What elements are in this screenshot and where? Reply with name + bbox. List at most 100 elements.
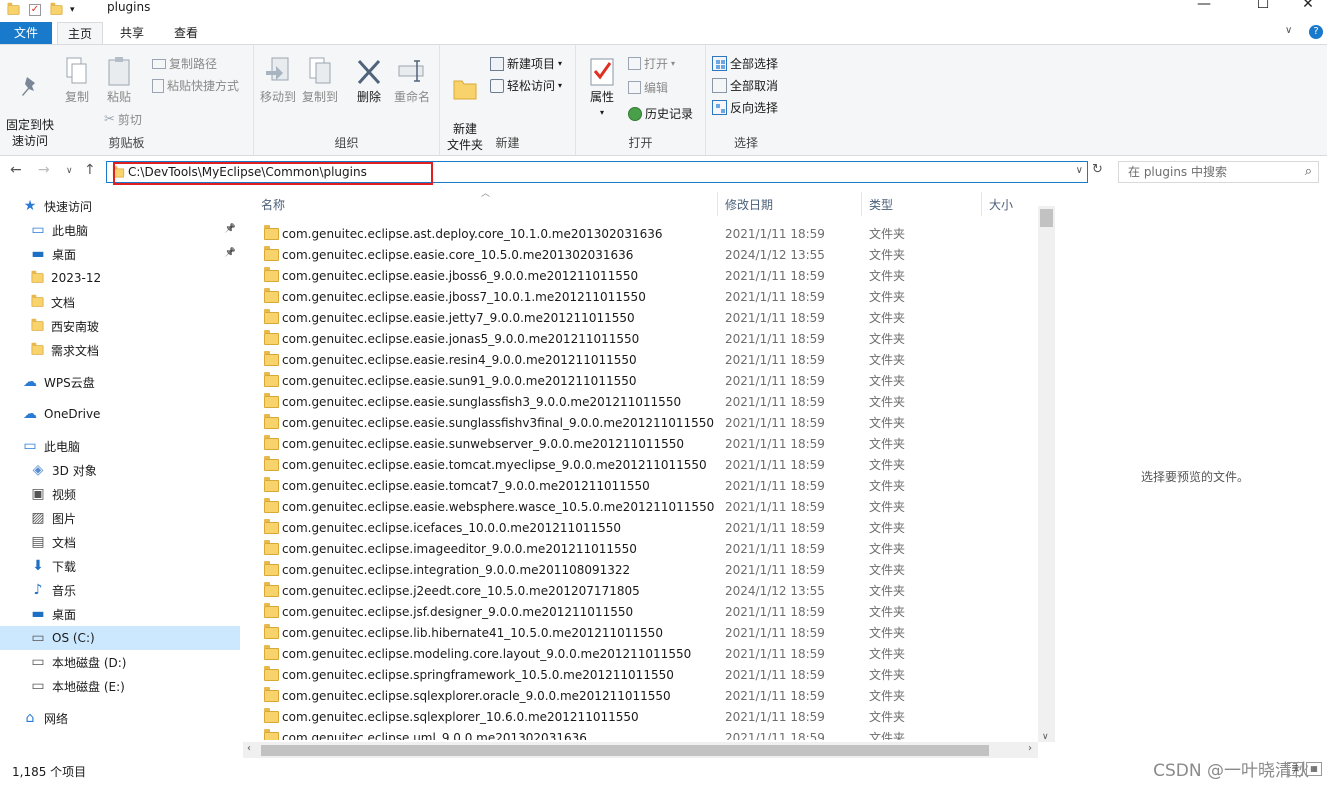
file-row[interactable]: com.genuitec.eclipse.easie.jetty7_9.0.0.… [243, 308, 1036, 329]
close-button[interactable]: ✕ [1285, 0, 1327, 16]
sidebar-item-16[interactable]: ▬ 桌面 [0, 602, 240, 626]
edit-button[interactable]: 编辑 [628, 79, 668, 96]
file-row[interactable]: com.genuitec.eclipse.easie.websphere.was… [243, 497, 1036, 518]
paste-button[interactable]: 粘贴 [103, 55, 135, 105]
back-arrow-icon[interactable]: ← [10, 162, 22, 178]
address-dropdown-icon[interactable]: ∨ [1076, 165, 1083, 176]
file-row[interactable]: com.genuitec.eclipse.j2eedt.core_10.5.0.… [243, 581, 1036, 602]
file-row[interactable]: com.genuitec.eclipse.sqlexplorer.oracle_… [243, 686, 1036, 707]
cut-button[interactable]: ✂ 剪切 [104, 111, 142, 128]
file-row[interactable]: com.genuitec.eclipse.easie.tomcat7_9.0.0… [243, 476, 1036, 497]
sidebar-item-3[interactable]: 2023-12 [0, 266, 240, 290]
select-none-icon [712, 78, 727, 93]
sidebar-item-10[interactable]: ◈ 3D 对象 [0, 458, 240, 482]
sidebar-item-19[interactable]: ▭ 本地磁盘 (E:) [0, 674, 240, 698]
open-button[interactable]: 打开 ▾ [628, 55, 675, 72]
file-row[interactable]: com.genuitec.eclipse.easie.sunwebserver_… [243, 434, 1036, 455]
sidebar-item-14[interactable]: ⬇ 下载 [0, 554, 240, 578]
file-row[interactable]: com.genuitec.eclipse.sqlexplorer_10.6.0.… [243, 707, 1036, 728]
file-row[interactable]: com.genuitec.eclipse.springframework_10.… [243, 665, 1036, 686]
sidebar-item-9[interactable]: ▭ 此电脑 [0, 434, 240, 458]
sidebar-item-12[interactable]: ▨ 图片 [0, 506, 240, 530]
tab-share[interactable]: 共享 [108, 22, 156, 44]
select-all-button[interactable]: 全部选择 [712, 55, 778, 72]
horizontal-scrollbar[interactable]: ‹ › [243, 742, 1038, 759]
file-row[interactable]: com.genuitec.eclipse.easie.jonas5_9.0.0.… [243, 329, 1036, 350]
column-name[interactable]: 名称 [261, 196, 285, 213]
file-row[interactable]: com.genuitec.eclipse.integration_9.0.0.m… [243, 560, 1036, 581]
paste-shortcut-button[interactable]: 粘贴快捷方式 [152, 77, 239, 94]
details-view-icon[interactable]: ☰ [1287, 762, 1303, 776]
file-row[interactable]: com.genuitec.eclipse.modeling.core.layou… [243, 644, 1036, 665]
maximize-button[interactable]: ☐ [1240, 0, 1286, 16]
customize-toolbar-icon[interactable]: ▾ [70, 5, 75, 15]
up-arrow-icon[interactable]: ↑ [84, 162, 96, 178]
sidebar-item-8[interactable]: ☁ OneDrive [0, 402, 240, 426]
folder-icon [264, 435, 279, 450]
column-type[interactable]: 类型 [869, 196, 893, 213]
invert-selection-button[interactable]: 反向选择 [712, 99, 778, 116]
new-folder-icon[interactable] [50, 2, 63, 15]
tab-home[interactable]: 主页 [57, 22, 103, 44]
new-item-button[interactable]: 新建项目 ▾ [490, 55, 562, 72]
file-row[interactable]: com.genuitec.eclipse.icefaces_10.0.0.me2… [243, 518, 1036, 539]
file-row[interactable]: com.genuitec.eclipse.imageeditor_9.0.0.m… [243, 539, 1036, 560]
file-row[interactable]: com.genuitec.eclipse.easie.resin4_9.0.0.… [243, 350, 1036, 371]
file-type: 文件夹 [869, 500, 906, 514]
sidebar-item-6[interactable]: 需求文档 [0, 338, 240, 362]
copy-button[interactable]: 复制 [61, 55, 93, 105]
file-row[interactable]: com.genuitec.eclipse.ast.deploy.core_10.… [243, 224, 1036, 245]
sidebar-item-0[interactable]: ★ 快速访问 [0, 194, 240, 218]
scroll-down-icon[interactable]: ∨ [1042, 732, 1049, 742]
sidebar-item-13[interactable]: ▤ 文档 [0, 530, 240, 554]
file-row[interactable]: com.genuitec.eclipse.easie.sunglassfishv… [243, 413, 1036, 434]
sidebar-item-4[interactable]: 文档 [0, 290, 240, 314]
help-icon[interactable]: ? [1309, 25, 1323, 39]
column-date[interactable]: 修改日期 [725, 196, 773, 213]
sidebar-item-label: 此电脑 [44, 439, 81, 454]
large-icons-view-icon[interactable]: ▦ [1306, 762, 1322, 776]
minimize-button[interactable]: — [1181, 0, 1227, 16]
copy-path-button[interactable]: 复制路径 [152, 55, 217, 72]
sidebar-item-5[interactable]: 西安南玻 [0, 314, 240, 338]
file-row[interactable]: com.genuitec.eclipse.easie.jboss7_10.0.1… [243, 287, 1036, 308]
sidebar-item-17[interactable]: ▭ OS (C:) [0, 626, 240, 650]
rename-button[interactable]: 重命名 [390, 55, 434, 105]
vertical-scrollbar[interactable]: ∨ [1038, 206, 1055, 742]
ribbon-collapse-icon[interactable]: ∨ [1285, 25, 1292, 36]
scroll-left-icon[interactable]: ‹ [247, 743, 251, 754]
easy-access-button[interactable]: 轻松访问 ▾ [490, 77, 562, 94]
tab-file[interactable]: 文件 [0, 22, 52, 44]
properties-checkbox-icon[interactable]: ✓ [29, 4, 41, 16]
search-input[interactable]: 在 plugins 中搜索 ⌕ [1118, 161, 1319, 183]
file-row[interactable]: com.genuitec.eclipse.easie.tomcat.myecli… [243, 455, 1036, 476]
horizontal-scroll-thumb[interactable] [261, 745, 989, 756]
select-none-button[interactable]: 全部取消 [712, 77, 778, 94]
refresh-icon[interactable]: ↻ [1092, 162, 1103, 177]
delete-button[interactable]: 删除 [352, 55, 386, 105]
file-row[interactable]: com.genuitec.eclipse.jsf.designer_9.0.0.… [243, 602, 1036, 623]
sidebar-item-1[interactable]: ▭ 此电脑 📌 [0, 218, 240, 242]
vertical-scroll-thumb[interactable] [1040, 209, 1053, 227]
properties-button[interactable]: 属性 ▾ [584, 55, 620, 121]
sidebar-item-15[interactable]: ♪ 音乐 [0, 578, 240, 602]
sidebar-item-18[interactable]: ▭ 本地磁盘 (D:) [0, 650, 240, 674]
move-to-button[interactable]: 移动到 [258, 55, 298, 105]
file-row[interactable]: com.genuitec.eclipse.easie.sun91_9.0.0.m… [243, 371, 1036, 392]
sidebar-item-11[interactable]: ▣ 视频 [0, 482, 240, 506]
file-row[interactable]: com.genuitec.eclipse.uml_9.0.0.me2013020… [243, 728, 1036, 740]
tab-view[interactable]: 查看 [162, 22, 210, 44]
sidebar-item-2[interactable]: ▬ 桌面 📌 [0, 242, 240, 266]
file-row[interactable]: com.genuitec.eclipse.easie.core_10.5.0.m… [243, 245, 1036, 266]
sidebar-item-20[interactable]: ⌂ 网络 [0, 706, 240, 730]
copy-to-button[interactable]: 复制到 [300, 55, 340, 105]
sidebar-item-7[interactable]: ☁ WPS云盘 [0, 370, 240, 394]
recent-chevron-icon[interactable]: ∨ [66, 166, 73, 176]
history-button[interactable]: 历史记录 [628, 105, 693, 122]
scroll-right-icon[interactable]: › [1028, 743, 1032, 754]
file-row[interactable]: com.genuitec.eclipse.lib.hibernate41_10.… [243, 623, 1036, 644]
file-row[interactable]: com.genuitec.eclipse.easie.jboss6_9.0.0.… [243, 266, 1036, 287]
forward-arrow-icon[interactable]: → [38, 162, 50, 178]
file-row[interactable]: com.genuitec.eclipse.easie.sunglassfish3… [243, 392, 1036, 413]
column-size[interactable]: 大小 [989, 196, 1013, 213]
